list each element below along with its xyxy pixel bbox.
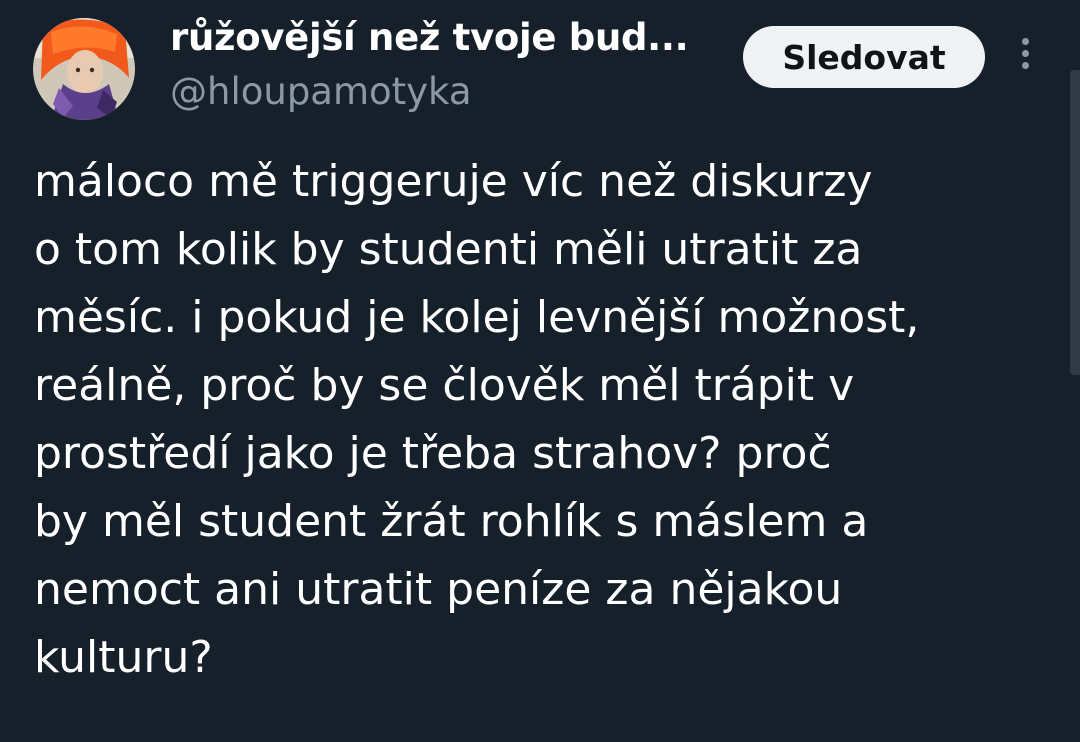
- tweet-text-line: kulturu?: [34, 632, 213, 683]
- tweet-text-line: máloco mě triggeruje víc než diskurzy: [34, 156, 873, 207]
- tweet-text-line: prostředí jako je třeba strahov? proč: [34, 428, 832, 479]
- author-handle[interactable]: @hloupamotyka: [170, 70, 472, 113]
- tweet-text-line: by měl student žrát rohlík s máslem a: [34, 496, 869, 547]
- scrollbar[interactable]: [1070, 70, 1080, 375]
- tweet-text-line: nemoct ani utratit peníze za nějakou: [34, 564, 843, 615]
- avatar[interactable]: [33, 18, 135, 120]
- tweet-text-line: reálně, proč by se člověk měl trápit v: [34, 360, 855, 411]
- more-dot: [1021, 50, 1029, 57]
- avatar-image: [33, 18, 135, 120]
- more-dot: [1021, 38, 1029, 45]
- author-display-name[interactable]: růžovější než tvoje bud...: [170, 16, 689, 59]
- more-vertical-icon[interactable]: [1013, 38, 1037, 78]
- tweet-text-line: o tom kolik by studenti měli utratit za: [34, 224, 863, 275]
- tweet-text: máloco mě triggeruje víc než diskurzy o …: [34, 148, 919, 692]
- follow-button[interactable]: Sledovat: [743, 26, 985, 88]
- tweet-text-line: měsíc. i pokud je kolej levnější možnost…: [34, 292, 920, 343]
- more-dot: [1021, 62, 1029, 69]
